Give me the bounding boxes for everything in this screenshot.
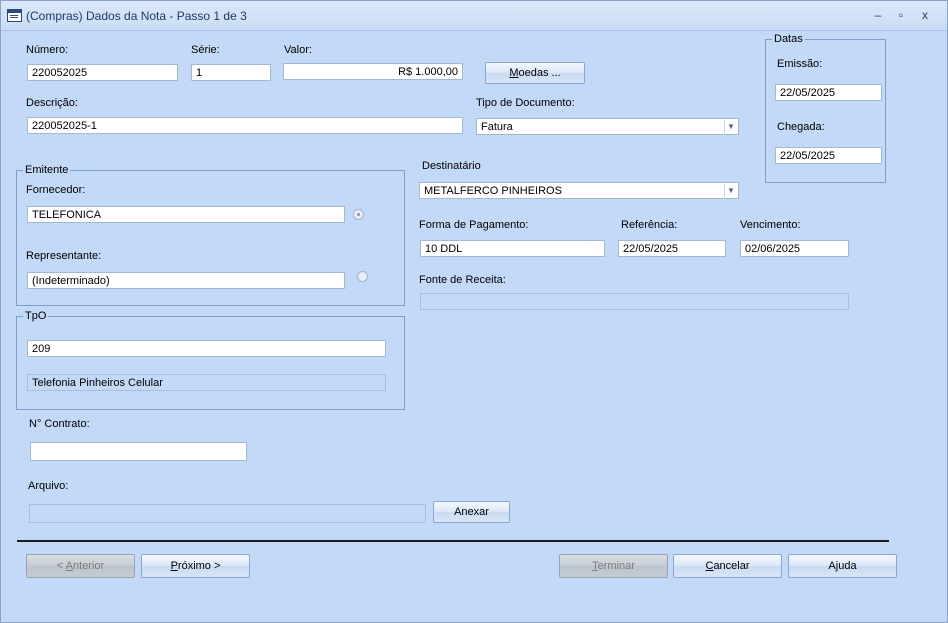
cancelar-label: ancelar	[713, 560, 750, 572]
anexar-button[interactable]: Anexar	[433, 501, 510, 523]
cancelar-button[interactable]: Cancelar	[673, 554, 782, 578]
valor-label: Valor:	[284, 44, 312, 56]
descricao-field[interactable]: 220052025-1	[27, 117, 463, 134]
forma-pagamento-label: Forma de Pagamento:	[419, 219, 529, 231]
emitente-group-title: Emitente	[23, 164, 71, 176]
anterior-button[interactable]: < Anterior	[26, 554, 135, 578]
referencia-label: Referência:	[621, 219, 678, 231]
emissao-label: Emissão:	[777, 58, 823, 70]
terminar-button[interactable]: Terminar	[559, 554, 668, 578]
valor-field[interactable]: R$ 1.000,00	[283, 63, 463, 80]
numero-label: Número:	[26, 44, 69, 56]
proximo-label: róximo >	[177, 560, 221, 572]
contrato-label: N° Contrato:	[29, 418, 90, 430]
referencia-field[interactable]: 22/05/2025	[618, 240, 726, 257]
representante-radio[interactable]	[357, 271, 368, 282]
forma-pagamento-field[interactable]: 10 DDL	[420, 240, 605, 257]
tpo-group-title: TpO	[23, 310, 49, 322]
window-title: (Compras) Dados da Nota - Passo 1 de 3	[26, 9, 247, 23]
tipo-documento-select[interactable]: Fatura ▼	[476, 118, 739, 135]
vencimento-field[interactable]: 02/06/2025	[740, 240, 849, 257]
arquivo-label: Arquivo:	[28, 480, 69, 492]
serie-label: Série:	[191, 44, 220, 56]
tipo-documento-value: Fatura	[481, 121, 513, 133]
contrato-field[interactable]	[30, 442, 247, 461]
destinatario-label: Destinatário	[422, 160, 481, 172]
tipo-documento-label: Tipo de Documento:	[476, 97, 575, 109]
fonte-receita-label: Fonte de Receita:	[419, 274, 506, 286]
fornecedor-field[interactable]: TELEFONICA	[27, 206, 345, 223]
datas-group-title: Datas	[772, 33, 805, 45]
tpo-group: TpO	[16, 310, 405, 410]
anterior-label: nterior	[73, 560, 105, 572]
serie-field[interactable]: 1	[191, 64, 271, 81]
chevron-down-icon[interactable]: ▼	[724, 120, 737, 133]
descricao-label: Descrição:	[26, 97, 78, 109]
arquivo-field[interactable]	[29, 504, 426, 523]
close-button[interactable]: x	[916, 7, 934, 23]
proximo-button[interactable]: Próximo >	[141, 554, 250, 578]
anterior-prefix: <	[56, 560, 66, 572]
moedas-button[interactable]: Moedas ...	[485, 62, 585, 84]
tpo-code-field[interactable]: 209	[27, 340, 386, 357]
chegada-field[interactable]: 22/05/2025	[775, 147, 882, 164]
representante-label: Representante:	[26, 250, 102, 262]
terminar-label: erminar	[597, 560, 635, 572]
representante-field[interactable]: (Indeterminado)	[27, 272, 345, 289]
tpo-description: Telefonia Pinheiros Celular	[27, 374, 386, 391]
moedas-label: oedas ...	[518, 67, 561, 79]
maximize-button[interactable]: ▫	[892, 7, 910, 23]
ajuda-button[interactable]: Ajuda	[788, 554, 897, 578]
destinatario-select[interactable]: METALFERCO PINHEIROS ▼	[419, 182, 739, 199]
anterior-mnemonic: A	[65, 560, 74, 572]
emissao-field[interactable]: 22/05/2025	[775, 84, 882, 101]
destinatario-value: METALFERCO PINHEIROS	[424, 185, 562, 197]
title-bar: (Compras) Dados da Nota - Passo 1 de 3 –…	[1, 1, 947, 31]
vencimento-label: Vencimento:	[740, 219, 801, 231]
minimize-button[interactable]: –	[869, 7, 887, 23]
chevron-down-icon[interactable]: ▼	[724, 184, 737, 197]
dados-da-nota-window: (Compras) Dados da Nota - Passo 1 de 3 –…	[0, 0, 948, 623]
footer-separator	[17, 540, 889, 542]
numero-field[interactable]: 220052025	[27, 64, 178, 81]
fonte-receita-field[interactable]	[420, 293, 849, 310]
proximo-mnemonic: P	[170, 560, 178, 572]
fornecedor-label: Fornecedor:	[26, 184, 86, 196]
fornecedor-radio[interactable]	[353, 209, 364, 220]
chegada-label: Chegada:	[777, 121, 825, 133]
window-icon	[7, 9, 22, 22]
